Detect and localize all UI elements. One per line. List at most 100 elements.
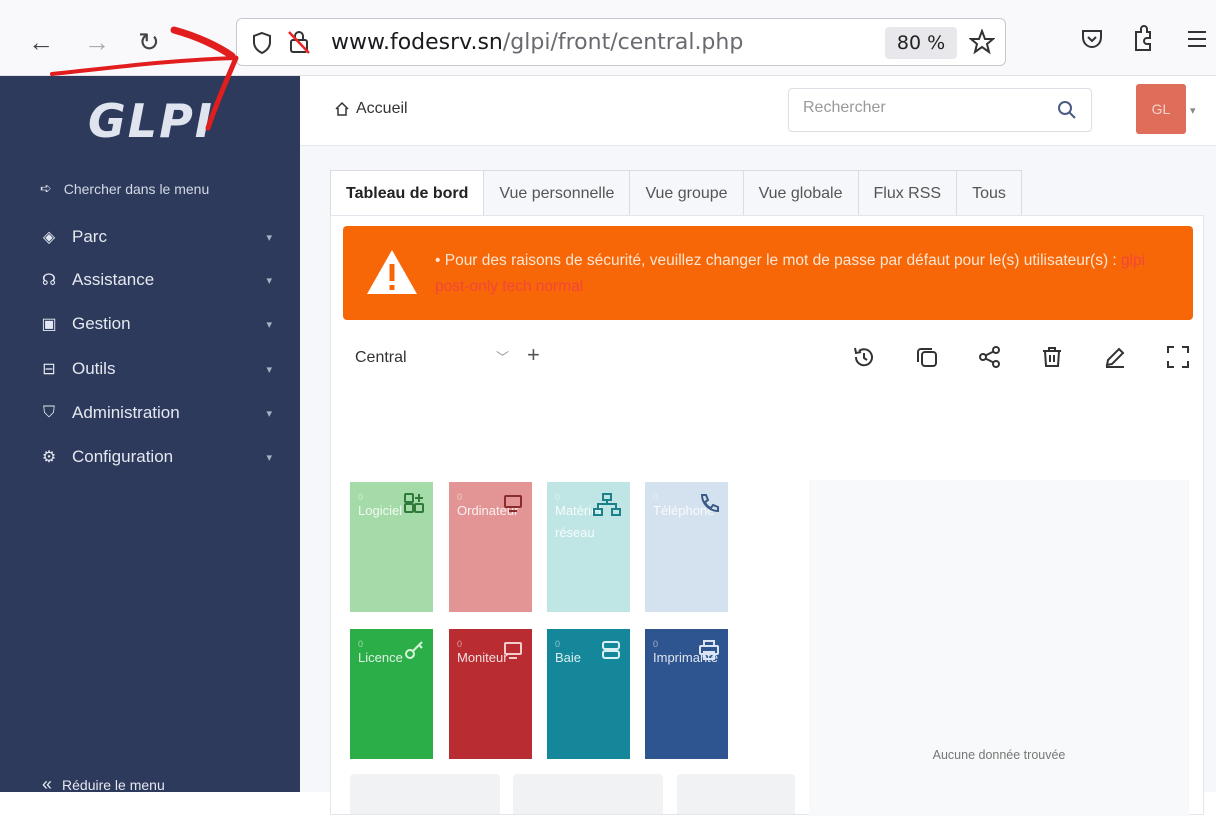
dashboard-toolbar [851, 344, 1191, 370]
tile-count: 0 [358, 639, 364, 649]
search-input[interactable] [803, 99, 1043, 117]
dashboard-select-value: Central [355, 349, 407, 366]
sidebar-item-administration[interactable]: ⛉ Administration ▾ [38, 398, 278, 428]
tile-baie[interactable]: 0 Baie [547, 629, 630, 759]
url-text[interactable]: www.fodesrv.sn/glpi/front/central.php [331, 30, 743, 55]
sidebar-item-label: Configuration [72, 447, 174, 466]
key-icon [405, 641, 423, 659]
tile-licence[interactable]: 0 Licence [350, 629, 433, 759]
chevron-down-icon[interactable]: ▾ [1190, 104, 1196, 117]
computer-icon [504, 495, 522, 512]
phone-icon [700, 494, 719, 513]
search-menu-link[interactable]: ➪ Chercher dans le menu [40, 180, 209, 197]
search-icon[interactable] [1057, 100, 1077, 120]
tile-count: 0 [555, 492, 561, 502]
clone-icon[interactable] [914, 344, 940, 370]
global-search[interactable] [788, 88, 1092, 132]
security-alert: • Pour des raisons de sécurité, veuillez… [343, 226, 1193, 320]
url-path: /glpi/front/central.php [502, 30, 744, 55]
edit-icon[interactable] [1102, 344, 1128, 370]
gear-icon: ⚙ [41, 449, 57, 466]
history-icon[interactable] [851, 344, 877, 370]
printer-icon [699, 640, 719, 660]
glpi-logo[interactable]: GLPI [88, 94, 214, 148]
add-dashboard-button[interactable]: + [527, 342, 540, 368]
top-header: Accueil GL ▾ [300, 76, 1216, 146]
insecure-lock-icon[interactable] [287, 29, 311, 55]
headset-icon: ☊ [41, 272, 57, 289]
chevron-down-icon: ▾ [266, 274, 272, 287]
sidebar-item-label: Gestion [72, 314, 131, 333]
dashboard-card [350, 774, 500, 814]
extensions-icon[interactable] [1130, 24, 1156, 52]
main-content: Accueil GL ▾ Tableau de bord Vue personn… [300, 76, 1216, 816]
network-icon [593, 493, 621, 516]
alert-text: • Pour des raisons de sécurité, veuillez… [435, 252, 1122, 269]
tile-imprimante[interactable]: 0 Imprimante [645, 629, 728, 759]
tile-count: 0 [457, 492, 463, 502]
tile-label: Logiciel [358, 503, 403, 518]
address-bar[interactable]: www.fodesrv.sn/glpi/front/central.php 80… [236, 18, 1006, 66]
browser-toolbar: ← → ↻ www.fodesrv.sn/glpi/front/central.… [0, 0, 1216, 76]
tile-count: 0 [653, 639, 659, 649]
avatar[interactable]: GL [1136, 84, 1186, 134]
warning-icon [367, 250, 417, 294]
shield-check-icon: ⛉ [42, 404, 55, 421]
breadcrumb-home: Accueil [356, 100, 408, 117]
url-host: www.fodesrv.sn [331, 30, 503, 55]
chevron-down-icon: ▾ [266, 231, 272, 244]
empty-chart-card: Aucune donnée trouvée [809, 480, 1189, 816]
search-menu-label: Chercher dans le menu [63, 180, 210, 197]
sidebar-item-parc[interactable]: ◈ Parc ▾ [38, 222, 278, 252]
tab-flux-rss[interactable]: Flux RSS [857, 170, 958, 216]
tile-count: 0 [653, 492, 659, 502]
dashboard-card [677, 774, 795, 814]
tile-telephone[interactable]: 0 Téléphone [645, 482, 728, 612]
hamburger-menu-icon[interactable] [1186, 30, 1208, 48]
tile-logiciel[interactable]: 0 Logiciel [350, 482, 433, 612]
sidebar-item-configuration[interactable]: ⚙ Configuration ▾ [38, 442, 278, 472]
home-icon [335, 101, 349, 116]
tab-vue-globale[interactable]: Vue globale [742, 170, 859, 216]
no-data-message: Aucune donnée trouvée [932, 748, 1066, 762]
apps-add-icon [404, 493, 424, 513]
tile-label: Moniteur [457, 650, 508, 665]
sidebar-item-outils[interactable]: ⊟ Outils ▾ [38, 354, 278, 384]
reload-button[interactable]: ↻ [138, 26, 160, 58]
dashboard-panel: • Pour des raisons de sécurité, veuillez… [330, 215, 1204, 816]
shield-icon[interactable] [251, 31, 273, 55]
tab-vue-personnelle[interactable]: Vue personnelle [483, 170, 631, 216]
back-button[interactable]: ← [28, 26, 54, 58]
sidebar-item-assistance[interactable]: ☊ Assistance ▾ [38, 265, 278, 295]
tab-bar: Tableau de bord Vue personnelle Vue grou… [330, 170, 1022, 216]
sidebar-item-gestion[interactable]: ▣ Gestion ▾ [38, 309, 278, 339]
breadcrumb[interactable]: Accueil [334, 100, 408, 118]
wallet-icon: ▣ [41, 316, 57, 333]
pocket-icon[interactable] [1080, 28, 1104, 50]
sidebar: GLPI ➪ Chercher dans le menu ◈ Parc ▾ ☊ … [0, 76, 300, 794]
arrow-right-icon: ➪ [40, 180, 52, 196]
sidebar-item-label: Administration [72, 403, 180, 422]
tile-materiel-reseau[interactable]: 0 Matériel réseau [547, 482, 630, 612]
dashboard-card [513, 774, 663, 814]
tile-ordinateur[interactable]: 0 Ordinateur [449, 482, 532, 612]
tab-vue-groupe[interactable]: Vue groupe [629, 170, 744, 216]
tile-count: 0 [555, 639, 561, 649]
cube-icon: ◈ [42, 229, 56, 246]
monitor-icon [504, 642, 522, 659]
tile-label: Licence [358, 650, 403, 665]
tile-moniteur[interactable]: 0 Moniteur [449, 629, 532, 759]
tab-tous[interactable]: Tous [956, 170, 1022, 216]
bookmark-star-icon[interactable] [969, 29, 995, 55]
alert-message: • Pour des raisons de sécurité, veuillez… [435, 248, 1175, 300]
share-icon[interactable] [977, 344, 1003, 370]
chevron-down-icon: ▾ [266, 318, 272, 331]
chevron-down-icon: ▾ [266, 363, 272, 376]
dashboard-select[interactable]: Central ﹀ [343, 340, 519, 376]
sidebar-item-label: Parc [72, 227, 107, 246]
forward-button[interactable]: → [84, 26, 110, 58]
fullscreen-icon[interactable] [1165, 344, 1191, 370]
zoom-level[interactable]: 80 % [885, 27, 957, 59]
trash-icon[interactable] [1039, 344, 1065, 370]
tab-tableau-de-bord[interactable]: Tableau de bord [330, 170, 485, 216]
